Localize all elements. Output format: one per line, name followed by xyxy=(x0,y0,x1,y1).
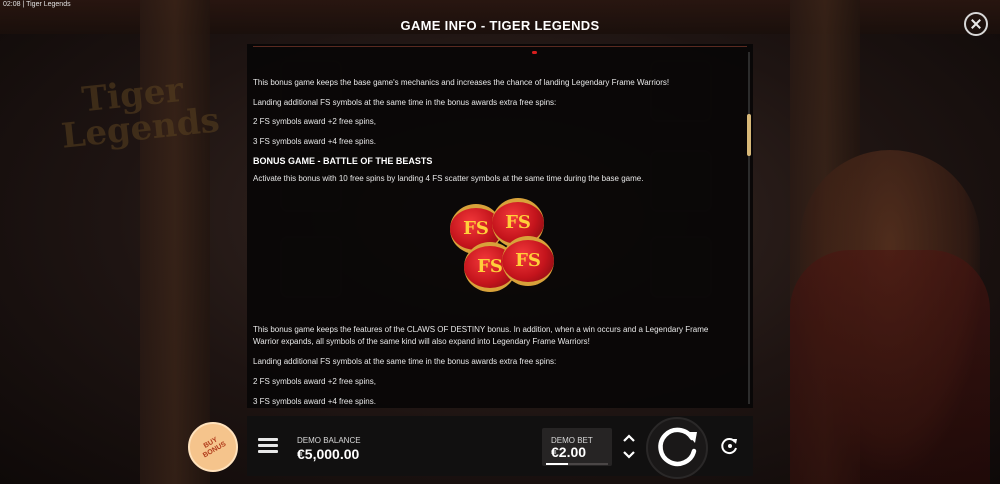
paragraph: Landing additional FS symbols at the sam… xyxy=(253,98,557,107)
paragraph: 3 FS symbols award +4 free spins. xyxy=(253,397,376,406)
paragraph: 2 FS symbols award +2 free spins, xyxy=(253,377,376,386)
buy-bonus-button[interactable]: BUY BONUS xyxy=(188,422,238,472)
balance-value: €5,000.00 xyxy=(297,446,360,462)
status-bar-text: 02:08 | Tiger Legends xyxy=(3,1,71,8)
scrollbar-track[interactable] xyxy=(748,52,750,404)
lantern-icon: FS xyxy=(502,236,554,286)
chevron-up-icon[interactable] xyxy=(620,431,638,445)
page-indicator-dot xyxy=(532,51,537,54)
panel-divider xyxy=(253,46,747,47)
balance-label: DEMO BALANCE xyxy=(297,436,361,445)
tiger-robe xyxy=(790,250,990,484)
section-heading: BONUS GAME - BATTLE OF THE BEASTS xyxy=(253,156,433,166)
paragraph: This bonus game keeps the features of th… xyxy=(253,325,709,346)
bet-value: €2.00 xyxy=(551,444,587,460)
scrollbar-thumb[interactable] xyxy=(747,114,751,156)
paragraph: 2 FS symbols award +2 free spins, xyxy=(253,117,376,126)
spin-button[interactable] xyxy=(646,417,708,479)
autoplay-icon xyxy=(721,438,737,455)
chevron-down-icon[interactable] xyxy=(620,448,638,462)
bet-level-bar xyxy=(546,463,608,465)
spin-icon xyxy=(658,427,697,467)
autoplay-button[interactable] xyxy=(714,430,746,462)
menu-icon[interactable] xyxy=(258,438,278,454)
paragraph: 3 FS symbols award +4 free spins. xyxy=(253,137,376,146)
tiger-legends-logo: Tiger Legends xyxy=(59,69,222,157)
fs-scatter-symbol: FS FS FS FS xyxy=(442,194,558,306)
bet-level-fill xyxy=(546,463,568,465)
paragraph: This bonus game keeps the base game's me… xyxy=(253,78,670,87)
paragraph: Landing additional FS symbols at the sam… xyxy=(253,357,557,366)
close-icon[interactable] xyxy=(964,12,988,36)
paragraph: Activate this bonus with 10 free spins b… xyxy=(253,174,644,183)
page-title: GAME INFO - TIGER LEGENDS xyxy=(400,18,600,33)
buy-bonus-label: BUY BONUS xyxy=(202,436,228,460)
